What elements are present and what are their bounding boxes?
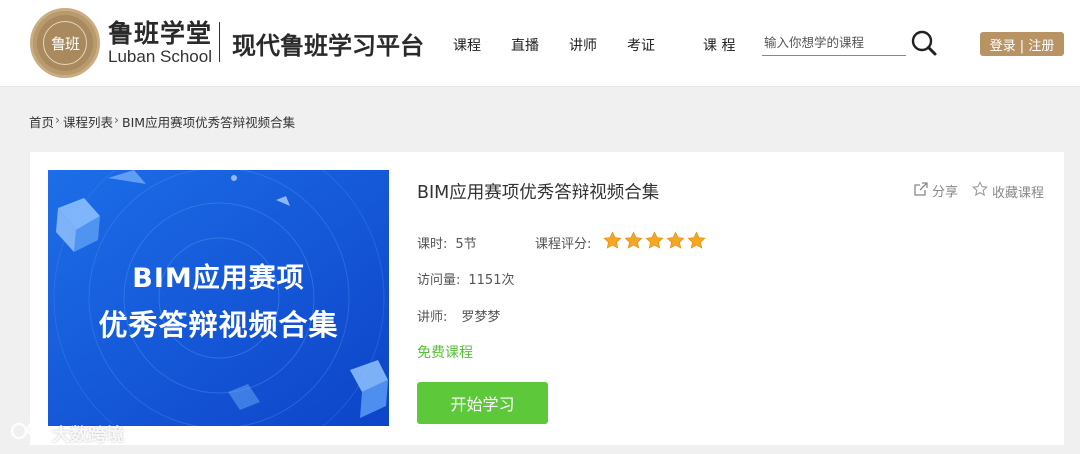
cover-title-line1: BIM应用赛项 [132,263,305,294]
star-outline-icon [972,181,988,201]
visits-info: 访问量: 1151次 [417,269,514,288]
lessons-label: 课时: [417,237,448,252]
visits-label: 访问量: [417,273,461,288]
rating-star-icon [645,231,664,249]
watermark-logo-icon [10,420,46,447]
favorite-course-button[interactable]: 收藏课程 [972,181,1044,201]
site-header: 鲁班 鲁班学堂 Luban School 现代鲁班学习平台 课程 直播 讲师 考… [0,0,1080,87]
cover-title-line2: 优秀答辩视频合集 [98,308,339,342]
nav-course[interactable]: 课程 [453,35,481,55]
share-button[interactable]: 分享 [914,181,958,200]
rating-stars [603,231,706,250]
teacher-label: 讲师: [417,310,448,325]
teacher-info: 讲师: 罗梦梦 [417,306,500,325]
watermark: 大数跨境 [10,420,124,447]
watermark-text: 大数跨境 [52,424,124,446]
rating-star-icon [624,231,643,249]
chevron-right-icon: › [55,112,61,127]
search-icon[interactable] [910,29,938,57]
breadcrumb: 首页 › 课程列表 › BIM应用赛项优秀答辩视频合集 [29,112,295,131]
login-register-button[interactable]: 登录 | 注册 [980,32,1064,56]
brand-divider [219,22,220,62]
lessons-value: 5节 [455,237,477,252]
seal-text: 鲁班 [43,21,87,65]
search-underline [762,55,906,56]
nav-certification[interactable]: 考证 [627,35,655,55]
lessons-info: 课时: 5节 [417,233,477,252]
teacher-value[interactable]: 罗梦梦 [461,310,500,325]
rating-star-icon [666,231,685,249]
brand-name-cn: 鲁班学堂 [108,19,213,48]
course-title: BIM应用赛项优秀答辩视频合集 [417,183,660,203]
nav-teacher[interactable]: 讲师 [569,35,597,55]
favorite-label: 收藏课程 [992,185,1045,201]
search-category-select[interactable]: 课 程 [703,35,735,55]
course-cover-image[interactable]: BIM应用赛项 优秀答辩视频合集 [48,170,389,426]
nav-live[interactable]: 直播 [511,35,539,55]
share-icon [914,181,928,200]
start-learning-button[interactable]: 开始学习 [417,382,548,424]
search-input[interactable] [764,30,904,54]
course-card: BIM应用赛项 优秀答辩视频合集 BIM应用赛项优秀答辩视频合集 分享 收藏课程… [30,152,1064,445]
breadcrumb-current: BIM应用赛项优秀答辩视频合集 [122,115,296,130]
rating-star-icon [687,231,706,249]
share-label: 分享 [932,185,959,200]
breadcrumb-course-list[interactable]: 课程列表 [63,112,113,131]
visits-value: 1151次 [468,273,515,288]
rating-label: 课程评分: [535,237,592,252]
breadcrumb-home[interactable]: 首页 [29,112,54,131]
platform-title: 现代鲁班学习平台 [232,32,424,60]
brand-name-en: Luban School [108,47,212,66]
rating-star-icon [603,231,622,249]
chevron-right-icon: › [114,112,120,127]
price-badge: 免费课程 [417,345,473,361]
luban-seal-logo[interactable]: 鲁班 [30,8,100,78]
